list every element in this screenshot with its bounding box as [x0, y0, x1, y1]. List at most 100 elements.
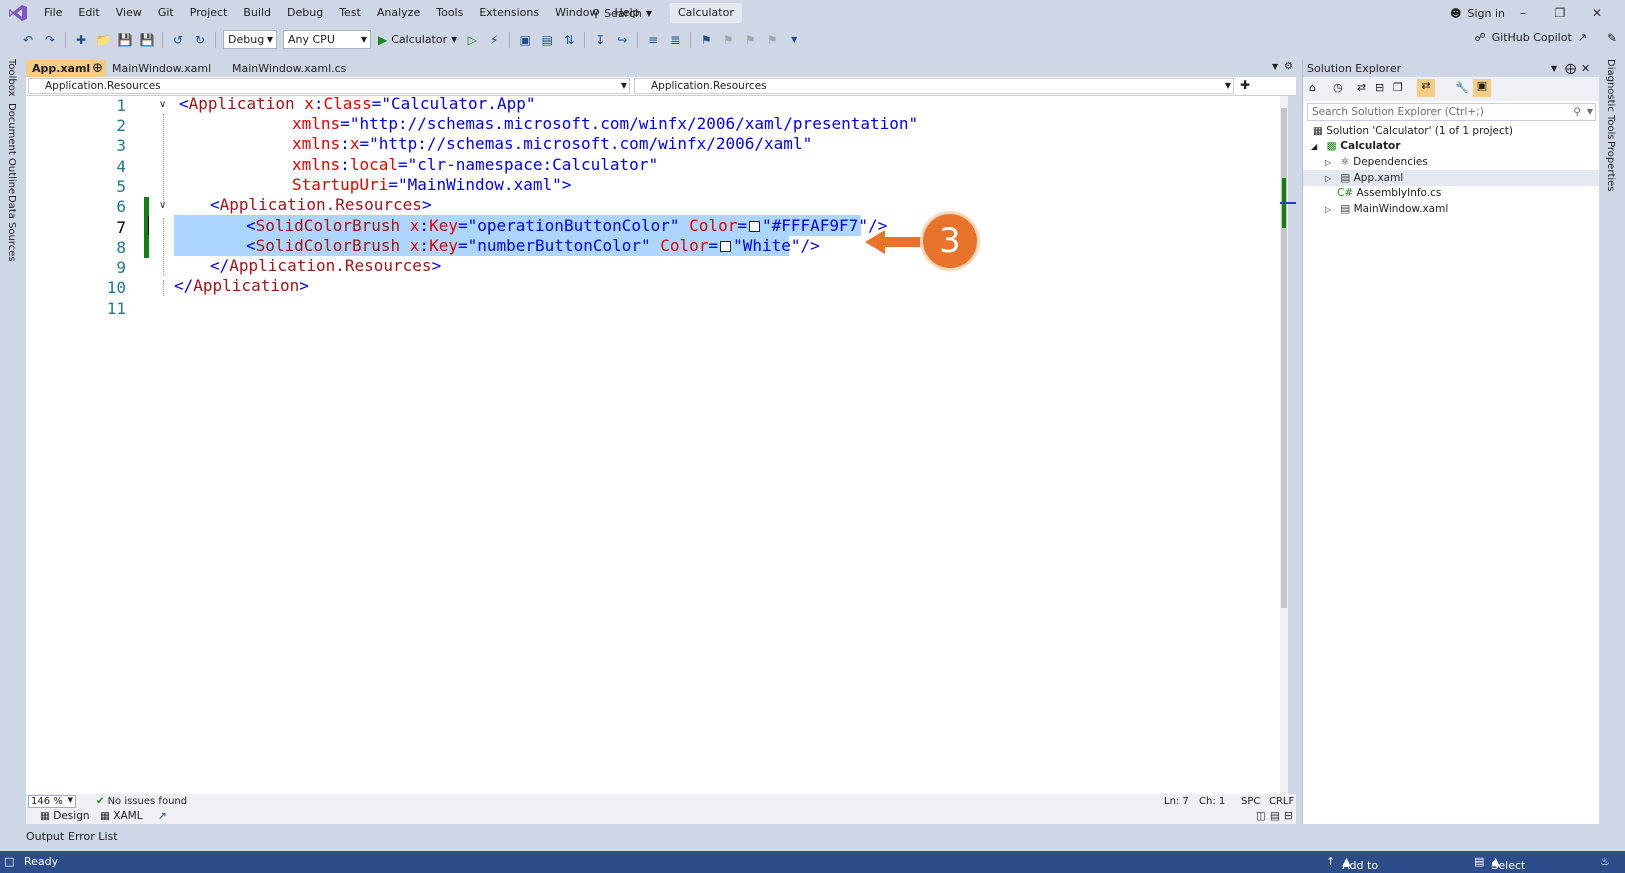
collapsed-triangle-icon[interactable]: ▷ — [1325, 155, 1337, 171]
split-horizontal-icon[interactable]: ▤ — [1270, 810, 1280, 822]
next-bookmark-icon[interactable]: ⚑ — [742, 32, 758, 48]
clear-bookmarks-icon[interactable]: ⚑ — [764, 32, 780, 48]
menu-git[interactable]: Git — [150, 0, 182, 26]
comment-icon[interactable]: ≡ — [645, 32, 661, 48]
menu-test[interactable]: Test — [331, 0, 369, 26]
history-icon[interactable]: ◷ — [1333, 81, 1343, 94]
color-swatch-icon[interactable] — [720, 241, 732, 252]
step-into-icon[interactable]: ↧ — [592, 32, 608, 48]
collapsed-triangle-icon[interactable]: ▷ — [1325, 171, 1337, 187]
settings-gear-icon[interactable]: ⚙ — [1284, 61, 1293, 72]
prev-bookmark-icon[interactable]: ⚑ — [720, 32, 736, 48]
collapse-all-icon[interactable]: ⊟ — [1375, 81, 1384, 94]
menu-debug[interactable]: Debug — [279, 0, 331, 26]
tab-error-list[interactable]: Error List — [68, 830, 118, 843]
solution-platform-dropdown[interactable]: Any CPU ▼ — [283, 30, 371, 49]
tab-app-xaml[interactable]: App.xaml ⨁ — [26, 60, 106, 77]
issues-indicator[interactable]: ✔ No issues found — [96, 796, 187, 807]
new-project-icon[interactable]: ✚ — [73, 32, 89, 48]
collapse-pane-icon[interactable]: ⊟ — [1284, 810, 1293, 822]
diagnostic-tools-tab[interactable]: Diagnostic Tools — [1605, 59, 1616, 140]
menu-project[interactable]: Project — [182, 0, 236, 26]
solution-explorer-search-input[interactable]: Search Solution Explorer (Ctrl+;) ⚲ ▼ — [1307, 103, 1596, 121]
menu-analyze[interactable]: Analyze — [369, 0, 428, 26]
properties-wrench-icon[interactable]: 🔧 — [1455, 81, 1469, 94]
tab-mainwindow-xaml[interactable]: MainWindow.xaml — [106, 60, 226, 77]
open-folder-icon[interactable]: 📁 — [95, 32, 111, 48]
search-menu[interactable]: ⚲ Search ▼ — [592, 4, 652, 22]
bookmark-icon[interactable]: ⚑ — [698, 32, 714, 48]
properties-tab[interactable]: Properties — [1605, 141, 1616, 192]
show-all-files-icon[interactable]: ❐ — [1393, 81, 1403, 94]
start-without-debugging-icon[interactable]: ▷ — [464, 32, 480, 48]
output-window-icon[interactable]: □ — [4, 855, 14, 868]
tree-item-solution[interactable]: ▦ Solution 'Calculator' (1 of 1 project) — [1313, 123, 1513, 139]
data-sources-tab[interactable]: Data Sources — [6, 195, 17, 262]
browse-icon[interactable]: ▣ — [517, 32, 533, 48]
whitespace-indicator[interactable]: SPC — [1241, 796, 1260, 807]
select-repository-button[interactable]: ▤ Select Repository ▲ — [1474, 855, 1550, 873]
save-icon[interactable]: 💾 — [117, 32, 133, 48]
toolbar-overflow-icon[interactable]: ▼ — [786, 32, 802, 48]
step-over-icon[interactable]: ↪ — [614, 32, 630, 48]
close-button[interactable]: ✕ — [1582, 4, 1612, 22]
tree-item-mainwindow-xaml[interactable]: ▷ ▤ MainWindow.xaml — [1325, 201, 1448, 217]
tab-mainwindow-xaml-cs[interactable]: MainWindow.xaml.cs — [226, 60, 356, 77]
hot-reload-icon[interactable]: ⚡ — [486, 32, 502, 48]
merge-icon[interactable]: ⇅ — [561, 32, 577, 48]
menu-view[interactable]: View — [108, 0, 150, 26]
start-debugging-button[interactable]: ▶ Calculator ▼ — [378, 33, 457, 47]
close-icon[interactable]: ✕ — [1581, 60, 1590, 77]
chevron-down-icon[interactable]: ▼ — [1551, 60, 1557, 77]
tree-item-app-xaml[interactable]: ▷ ▤ App.xaml — [1303, 170, 1599, 186]
save-all-icon[interactable]: 💾 — [139, 32, 155, 48]
tab-output[interactable]: Output — [26, 830, 64, 843]
pin-icon[interactable]: ⨁ — [93, 60, 102, 77]
restore-button[interactable]: ❐ — [1545, 4, 1575, 22]
tree-item-project[interactable]: ◢ ▩ Calculator — [1311, 138, 1400, 154]
document-outline-tab[interactable]: Document Outline — [6, 103, 17, 194]
sync-icon[interactable]: ⇄ — [1357, 81, 1366, 94]
layout-icon[interactable]: ▤ — [539, 32, 555, 48]
nav-right-dropdown[interactable]: Application.Resources ▼ — [634, 78, 1234, 94]
minimize-button[interactable]: – — [1508, 4, 1538, 22]
popout-icon[interactable]: ↗ — [158, 810, 167, 822]
collapsed-triangle-icon[interactable]: ▷ — [1325, 202, 1337, 218]
zoom-dropdown[interactable]: 146 % ▼ — [28, 795, 76, 808]
preview-selected-icon[interactable]: ▣ — [1473, 79, 1491, 97]
toolbox-tab[interactable]: Toolbox — [6, 59, 17, 97]
split-vertical-icon[interactable]: ◫ — [1256, 810, 1266, 822]
menu-extensions[interactable]: Extensions — [471, 0, 547, 26]
split-editor-icon[interactable]: ✚ — [1240, 78, 1250, 92]
xaml-tab[interactable]: ▦ XAML — [100, 810, 143, 822]
github-copilot-button[interactable]: ☍ GitHub Copilot ↗ — [1474, 31, 1587, 44]
tree-item-assemblyinfo[interactable]: C# AssemblyInfo.cs — [1337, 185, 1441, 201]
track-active-item-icon[interactable]: ⇄ — [1417, 79, 1435, 97]
home-icon[interactable]: ⌂ — [1309, 81, 1316, 94]
menu-edit[interactable]: Edit — [70, 0, 107, 26]
design-tab[interactable]: ▦ Design — [40, 810, 90, 822]
tab-list-dropdown-icon[interactable]: ▼ — [1272, 62, 1278, 71]
line-ending-indicator[interactable]: CRLF — [1269, 796, 1294, 807]
nav-left-dropdown[interactable]: Application.Resources ▼ — [28, 78, 630, 94]
column-indicator[interactable]: Ch: 1 — [1199, 796, 1225, 807]
uncomment-icon[interactable]: ≣ — [667, 32, 683, 48]
navigate-forward-icon[interactable]: ↷ — [42, 32, 58, 48]
fold-collapse-icon[interactable]: ∨ — [159, 99, 166, 110]
pin-icon[interactable]: ⨁ — [1565, 60, 1576, 77]
redo-icon[interactable]: ↻ — [192, 32, 208, 48]
line-indicator[interactable]: Ln: 7 — [1164, 796, 1189, 807]
menu-build[interactable]: Build — [235, 0, 279, 26]
sign-in-button[interactable]: ☻ Sign in — [1450, 4, 1505, 22]
color-swatch-icon[interactable] — [748, 221, 760, 232]
menu-tools[interactable]: Tools — [428, 0, 471, 26]
feedback-icon[interactable]: ✎ — [1607, 31, 1617, 45]
add-to-source-control-button[interactable]: ↑ Add to Source Control ▲ — [1326, 855, 1380, 873]
code-editor[interactable]: 1 2 3 4 5 6 7 8 9 10 11 ∨ ∨ <Application… — [26, 94, 1288, 794]
notifications-bell-icon[interactable]: ♨ — [1600, 855, 1610, 868]
menu-file[interactable]: File — [36, 0, 70, 26]
navigate-back-icon[interactable]: ↶ — [20, 32, 36, 48]
tree-item-dependencies[interactable]: ▷ ⚛ Dependencies — [1325, 154, 1428, 170]
solution-configuration-dropdown[interactable]: Debug ▼ — [223, 30, 277, 49]
visual-studio-logo-icon[interactable] — [8, 4, 28, 22]
